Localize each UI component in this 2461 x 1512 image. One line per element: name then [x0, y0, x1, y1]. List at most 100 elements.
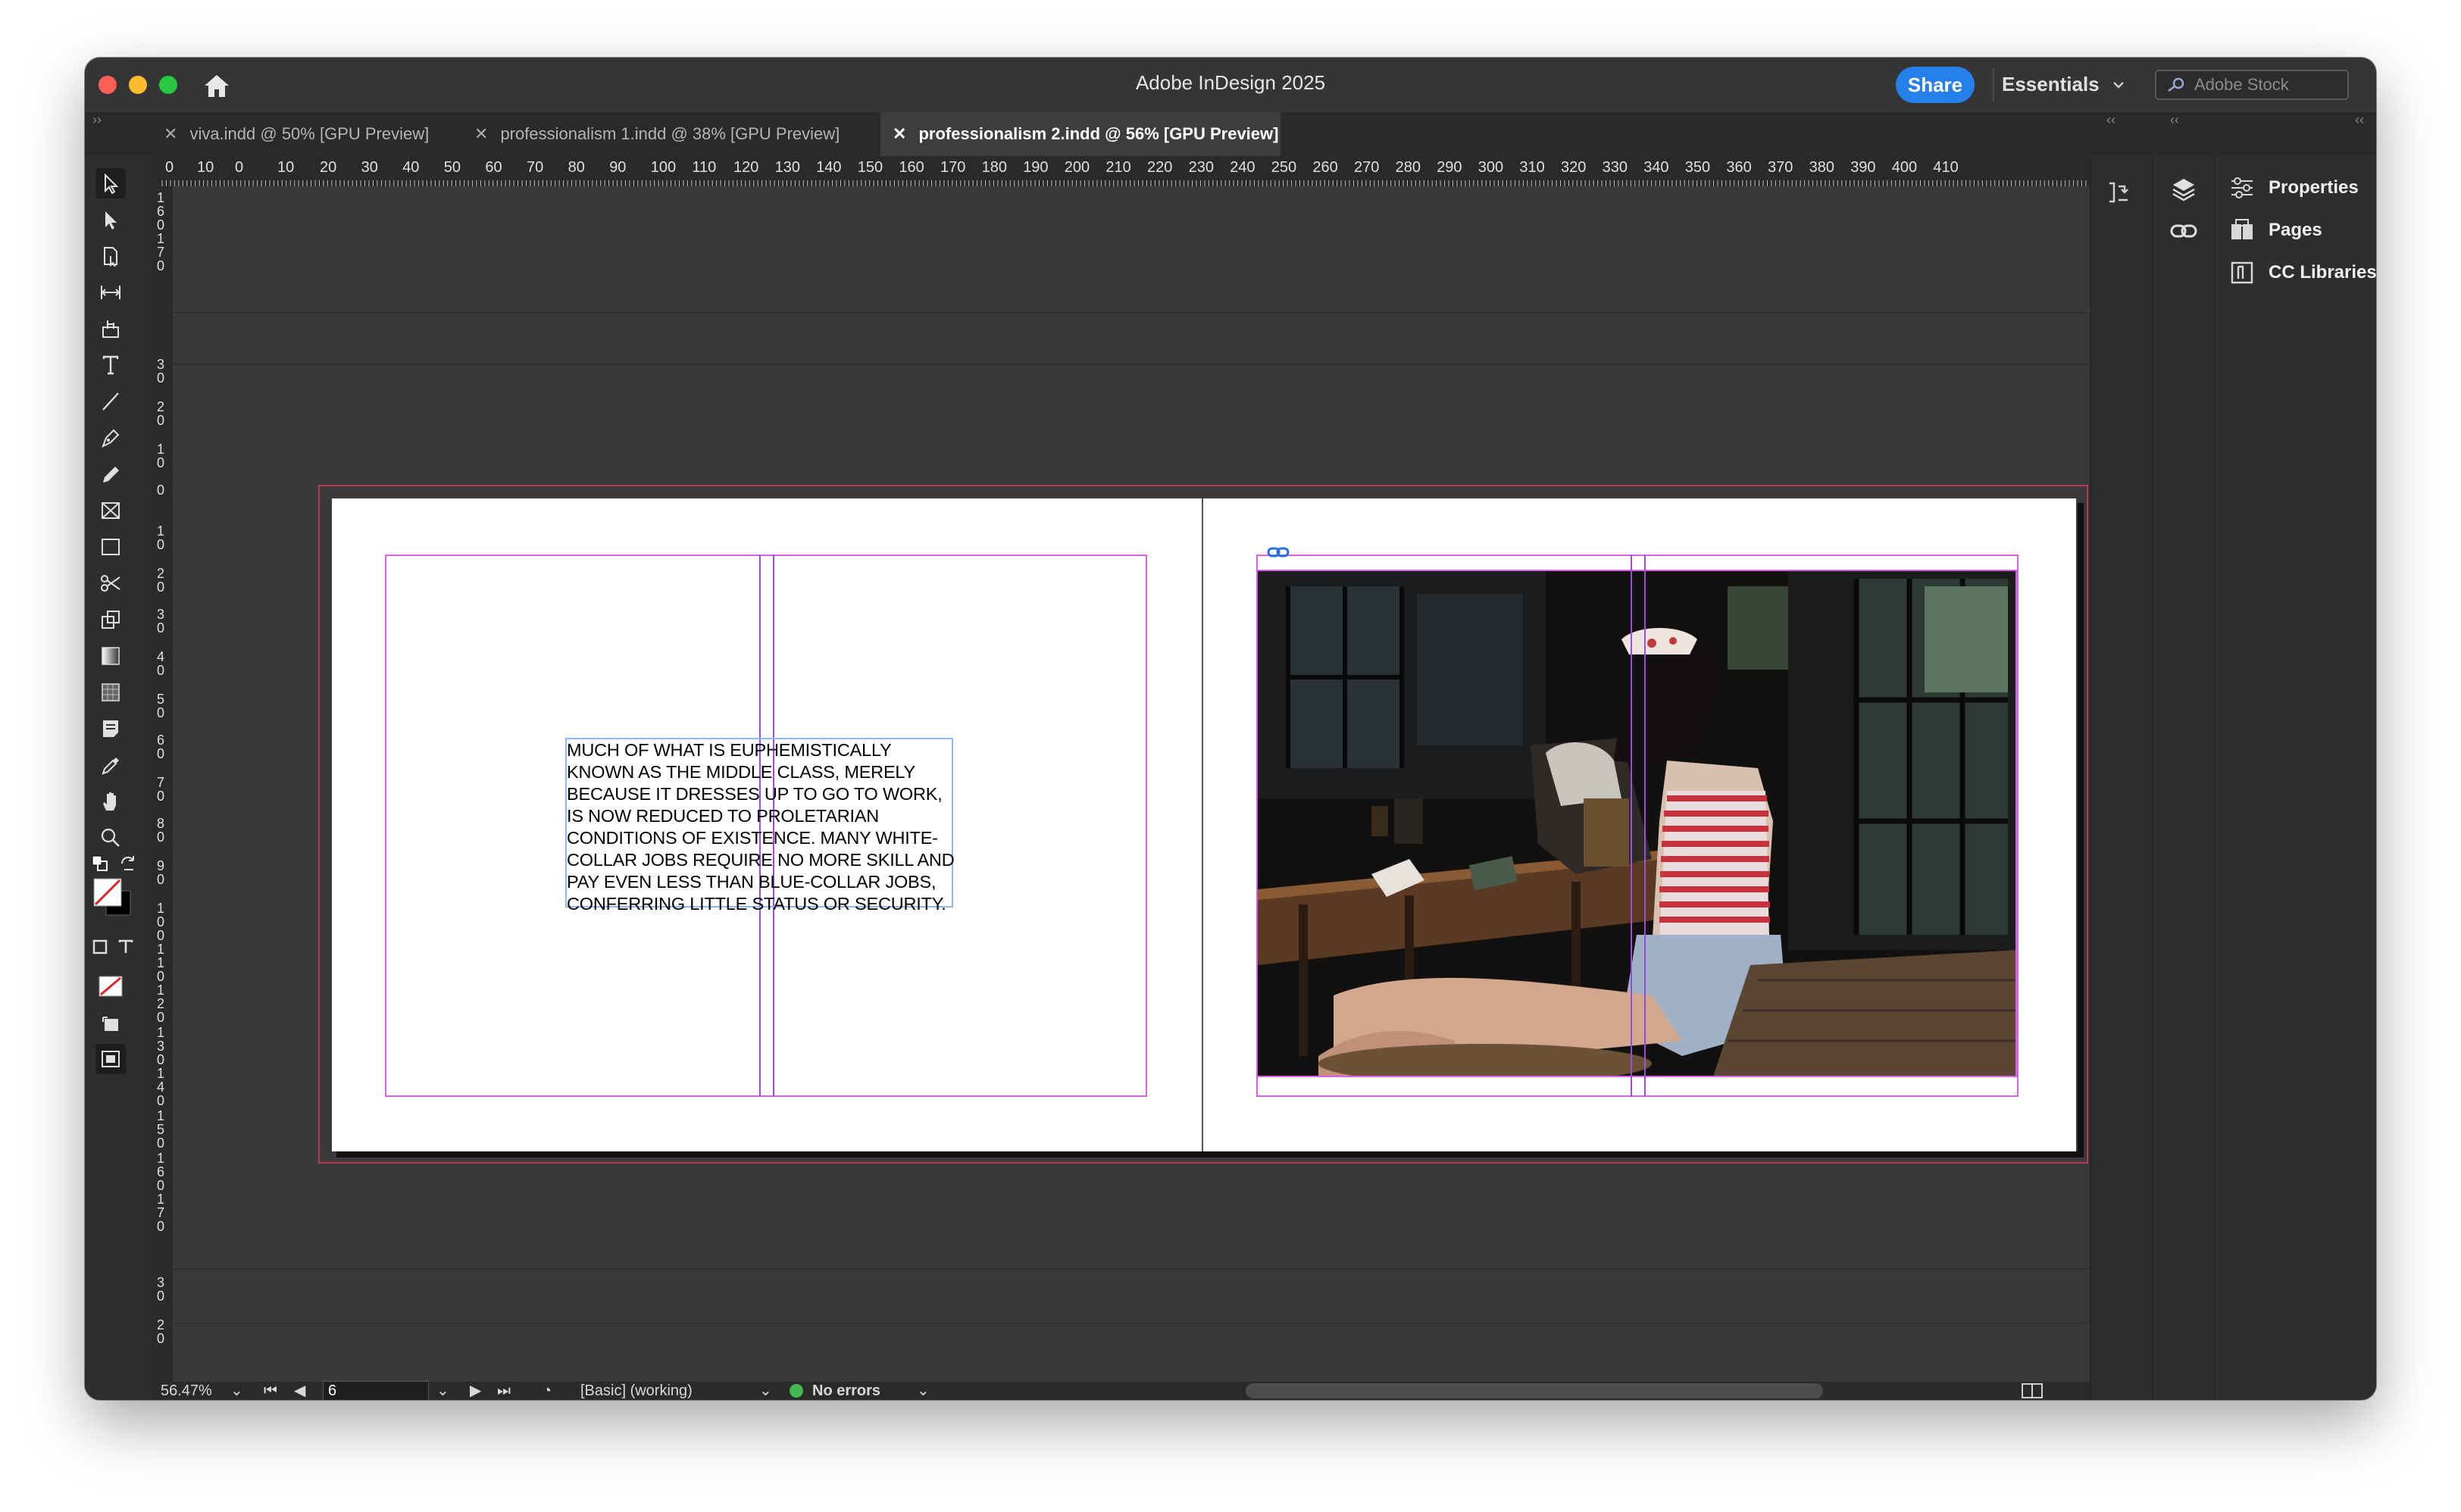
previous-page-icon[interactable]: ◀ [294, 1382, 305, 1400]
layers-icon[interactable] [2170, 176, 2197, 207]
ruler-label: 80 [156, 816, 164, 845]
ruler-label: 310 [1519, 159, 1545, 176]
adobe-stock-search-field[interactable]: Adobe Stock [2155, 70, 2349, 100]
ruler-label: 30 [156, 357, 164, 386]
chevron-down-icon[interactable]: ⌄ [917, 1382, 930, 1400]
close-tab-icon[interactable]: ✕ [474, 124, 488, 144]
gradient-swatch-tool-icon[interactable] [95, 641, 126, 671]
zoom-tool-icon[interactable] [95, 823, 126, 853]
fill-swatch-icon[interactable] [91, 876, 133, 918]
close-tab-icon[interactable]: ✕ [893, 124, 906, 144]
pasteboard[interactable]: MUCH OF WHAT IS EUPHEMISTICALLY KNOWN AS… [173, 186, 2090, 1382]
chevron-down-icon[interactable]: ⌄ [759, 1382, 772, 1400]
ruler-label: 10 [277, 159, 295, 176]
link-badge-icon[interactable] [1267, 545, 1290, 563]
close-tab-icon[interactable]: ✕ [164, 124, 177, 144]
first-page-icon[interactable]: ⏮ [264, 1382, 277, 1400]
apply-none-icon[interactable] [95, 971, 126, 1001]
panel-properties[interactable]: Properties [2229, 173, 2359, 203]
ruler-label: 60 [485, 159, 502, 176]
share-button[interactable]: Share [1896, 67, 1975, 103]
collapse-dock-icon[interactable]: ‹‹ [2106, 112, 2115, 128]
chevron-down-icon[interactable]: ⌄ [436, 1382, 449, 1400]
placed-photo-frame[interactable] [1256, 570, 2017, 1077]
tab-professionalism-1[interactable]: ✕ professionalism 1.indd @ 38% [GPU Prev… [462, 112, 932, 156]
content-collector-tool-icon[interactable] [95, 314, 126, 344]
ruler-label: 370 [1768, 159, 1793, 176]
page-tool-icon[interactable] [95, 241, 126, 271]
gap-tool-icon[interactable] [95, 277, 126, 308]
ruler-label: 130 [156, 1025, 164, 1067]
eyedropper-tool-icon[interactable] [95, 750, 126, 780]
split-window-icon[interactable] [2022, 1383, 2043, 1400]
chevron-down-icon[interactable]: ⌄ [230, 1382, 243, 1400]
preview-mode-icon[interactable] [95, 1044, 126, 1074]
ruler-label: 240 [1230, 159, 1256, 176]
data-merge-icon[interactable] [2105, 179, 2132, 210]
zoom-level[interactable]: 56.47% [161, 1382, 212, 1400]
horizontal-ruler[interactable]: 0 10 0 10 20 30 40 50 60 70 80 90 100 110 120 130 140 150… [152, 156, 2090, 187]
ruler-label: 70 [527, 159, 544, 176]
panel-cc-libraries[interactable]: CC Libraries [2229, 258, 2376, 288]
ruler-label: 260 [1312, 159, 1338, 176]
ruler-label: 380 [1809, 159, 1834, 176]
vertical-ruler[interactable]: 1601703020100102030405060708090100110120… [152, 186, 174, 1400]
pen-tool-icon[interactable] [95, 423, 126, 453]
ruler-label: 110 [156, 942, 164, 984]
formatting-text-icon[interactable] [115, 936, 136, 957]
links-icon[interactable] [2169, 220, 2199, 246]
panel-pages[interactable]: Pages [2229, 215, 2322, 245]
gradient-feather-tool-icon[interactable] [95, 677, 126, 708]
ruler-label: 220 [1147, 159, 1173, 176]
ruler-label: 390 [1850, 159, 1876, 176]
rectangle-frame-tool-icon[interactable] [95, 495, 126, 526]
collapse-toolbar-icon[interactable]: ›› [92, 112, 102, 128]
swap-fill-stroke-icon[interactable] [118, 854, 138, 874]
ruler-label: 40 [402, 159, 420, 176]
preflight-errors[interactable]: No errors [812, 1382, 880, 1400]
line-tool-icon[interactable] [95, 386, 126, 417]
body-text[interactable]: MUCH OF WHAT IS EUPHEMISTICALLY KNOWN AS… [567, 739, 961, 915]
ruler-label: 300 [1478, 159, 1504, 176]
horizontal-scrollbar[interactable] [1246, 1383, 1823, 1398]
preflight-profile[interactable]: [Basic] (working) [580, 1382, 693, 1400]
free-transform-tool-icon[interactable] [95, 604, 126, 635]
default-fill-stroke-icon[interactable] [91, 854, 111, 874]
rectangle-tool-icon[interactable] [95, 532, 126, 562]
scissors-tool-icon[interactable] [95, 568, 126, 598]
tab-label: professionalism 1.indd @ 38% [GPU Previe… [500, 124, 840, 143]
screen-mode-icon[interactable] [95, 1009, 126, 1039]
pencil-tool-icon[interactable] [95, 459, 126, 489]
ruler-label: 410 [1933, 159, 1959, 176]
workspace-switcher[interactable]: Essentials [2002, 73, 2125, 96]
ruler-label: 340 [1643, 159, 1669, 176]
ruler-label: 60 [156, 733, 164, 761]
ruler-label: 290 [1437, 159, 1462, 176]
ruler-label: 40 [156, 649, 164, 678]
next-page-icon[interactable]: ▶ [470, 1382, 481, 1400]
ruler-label: 250 [1271, 159, 1297, 176]
cc-libraries-icon [2231, 261, 2253, 284]
ruler-label: 200 [1064, 159, 1090, 176]
collapse-dock-icon[interactable]: ‹‹ [2170, 112, 2179, 128]
direct-selection-tool-icon[interactable] [95, 205, 126, 235]
page-number-field[interactable]: 6 [323, 1381, 429, 1400]
ruler-label: 170 [156, 1192, 164, 1234]
title-bar: Adobe InDesign 2025 Share Essentials Ado… [85, 58, 2376, 112]
hand-tool-icon[interactable] [95, 786, 126, 817]
formatting-container-icon[interactable] [89, 936, 111, 957]
ruler-label: 20 [156, 1317, 164, 1346]
ruler-label: 80 [568, 159, 585, 176]
selection-tool-icon[interactable] [95, 168, 126, 198]
ruler-label: 10 [156, 523, 164, 552]
last-page-icon[interactable]: ⏭ [497, 1382, 511, 1400]
type-tool-icon[interactable] [95, 350, 126, 380]
preflight-icon[interactable]: ◔ [543, 1382, 552, 1400]
tab-professionalism-2[interactable]: ✕ professionalism 2.indd @ 56% [GPU Prev… [880, 112, 1281, 156]
ruler-label: 180 [981, 159, 1007, 176]
note-tool-icon[interactable] [95, 714, 126, 744]
search-icon [2168, 77, 2184, 92]
collapse-panel-icon[interactable]: ‹‹ [2355, 112, 2364, 128]
pasteboard-guide [173, 1323, 2090, 1324]
ruler-label: 110 [692, 159, 717, 176]
